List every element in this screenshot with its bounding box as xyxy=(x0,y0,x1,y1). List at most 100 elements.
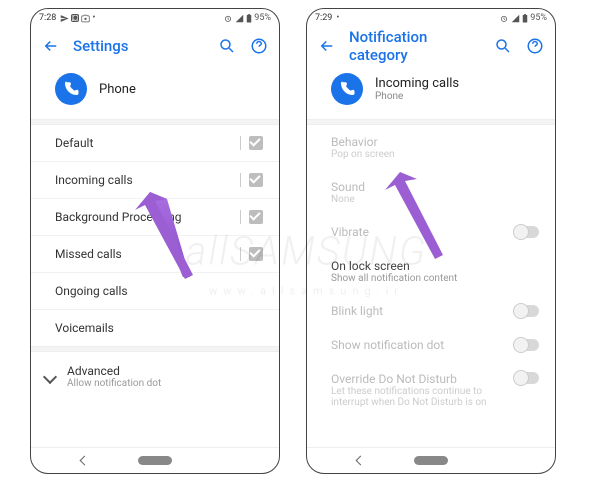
toggle-switch[interactable] xyxy=(515,305,539,317)
nav-home-button[interactable] xyxy=(414,456,448,465)
toggle-switch[interactable] xyxy=(515,372,539,384)
row-subtitle: Pop on screen xyxy=(331,149,539,160)
status-bar: 7:28 ◉ • 95% xyxy=(31,9,279,27)
status-time: 7:29 xyxy=(315,13,332,23)
camera-icon xyxy=(81,14,90,23)
phone-left-settings: 7:28 ◉ • 95% Settings xyxy=(30,8,280,474)
alarm-icon xyxy=(223,14,233,23)
send-icon xyxy=(60,14,69,23)
phone-icon xyxy=(338,80,356,98)
checkbox-icon[interactable] xyxy=(249,173,263,187)
help-button[interactable] xyxy=(249,36,269,56)
search-icon xyxy=(494,37,512,55)
category-row-missed[interactable]: Missed calls xyxy=(31,236,279,273)
category-label: Background Processing xyxy=(55,210,226,224)
status-icons-left: • xyxy=(336,13,339,23)
chevron-down-icon xyxy=(43,369,57,383)
row-title: Blink light xyxy=(331,304,515,318)
status-icons-right: 95% xyxy=(223,13,271,23)
row-subtitle: Let these notifications continue to inte… xyxy=(331,386,501,408)
arrow-back-icon xyxy=(318,37,336,55)
toggle-switch[interactable] xyxy=(515,226,539,238)
row-title: Override Do Not Disturb xyxy=(331,372,515,386)
nav-bar xyxy=(307,447,555,473)
status-bar: 7:29 • 95% xyxy=(307,9,555,27)
category-app: Phone xyxy=(375,91,459,102)
category-name: Incoming calls xyxy=(375,76,459,91)
search-icon xyxy=(218,37,236,55)
category-row-incoming-calls[interactable]: Incoming calls xyxy=(31,162,279,199)
app-bar: Settings xyxy=(31,27,279,65)
category-label: Missed calls xyxy=(55,247,226,261)
category-row-default[interactable]: Default xyxy=(31,125,279,162)
row-title: Show notification dot xyxy=(331,338,515,352)
help-icon xyxy=(250,37,268,55)
status-time: 7:28 xyxy=(39,13,56,23)
page-title: Settings xyxy=(73,37,205,55)
status-icons-right: 95% xyxy=(499,13,547,23)
app-name: Phone xyxy=(99,82,136,97)
checkbox-icon[interactable] xyxy=(249,136,263,150)
row-subtitle: None xyxy=(331,194,539,205)
alarm-icon xyxy=(499,14,509,23)
behavior-row[interactable]: Behavior Pop on screen xyxy=(307,125,555,170)
nav-home-button[interactable] xyxy=(138,456,172,465)
phone-app-icon xyxy=(331,73,363,105)
category-row-ongoing[interactable]: Ongoing calls xyxy=(31,273,279,310)
nav-back-button[interactable] xyxy=(80,456,90,466)
phone-app-icon xyxy=(55,73,87,105)
app-bar: Notification category xyxy=(307,27,555,65)
arrow-back-icon xyxy=(42,37,60,55)
notification-dot-row[interactable]: Show notification dot xyxy=(307,328,555,362)
nav-back-button[interactable] xyxy=(356,456,366,466)
battery-pct: 95% xyxy=(530,13,547,23)
category-label: Incoming calls xyxy=(55,173,226,187)
search-button[interactable] xyxy=(493,36,513,56)
checkbox-icon[interactable] xyxy=(249,210,263,224)
lock-screen-row[interactable]: On lock screen Show all notification con… xyxy=(307,249,555,294)
page-title: Notification category xyxy=(349,28,481,64)
category-label: Default xyxy=(55,136,226,150)
divider-icon xyxy=(240,247,241,261)
toggle-switch[interactable] xyxy=(515,339,539,351)
battery-icon xyxy=(246,14,252,23)
nav-bar xyxy=(31,447,279,473)
back-button[interactable] xyxy=(317,36,337,56)
signal-icon xyxy=(235,14,244,23)
help-icon xyxy=(526,37,544,55)
row-title: Sound xyxy=(331,180,539,194)
category-row-voicemails[interactable]: Voicemails xyxy=(31,310,279,346)
advanced-row[interactable]: Advanced Allow notification dot xyxy=(31,352,279,401)
divider-icon xyxy=(240,173,241,187)
category-label: Voicemails xyxy=(55,321,263,335)
category-label: Ongoing calls xyxy=(55,284,263,298)
row-title: On lock screen xyxy=(331,259,539,273)
category-row-background[interactable]: Background Processing xyxy=(31,199,279,236)
search-button[interactable] xyxy=(217,36,237,56)
dot-icon: • xyxy=(336,13,339,23)
battery-pct: 95% xyxy=(254,13,271,23)
checkbox-icon[interactable] xyxy=(249,247,263,261)
help-button[interactable] xyxy=(525,36,545,56)
advanced-subtitle: Allow notification dot xyxy=(67,378,161,389)
vibrate-row[interactable]: Vibrate xyxy=(307,215,555,249)
row-subtitle: Show all notification content xyxy=(331,273,539,284)
app-header-tile: Phone xyxy=(31,65,279,119)
divider-icon xyxy=(240,136,241,150)
battery-icon xyxy=(522,14,528,23)
override-dnd-row[interactable]: Override Do Not Disturb Let these notifi… xyxy=(307,362,555,418)
back-button[interactable] xyxy=(41,36,61,56)
row-title: Vibrate xyxy=(331,225,515,239)
dot-icon: • xyxy=(92,13,95,23)
instagram-icon: ◉ xyxy=(71,14,79,22)
blink-light-row[interactable]: Blink light xyxy=(307,294,555,328)
sound-row[interactable]: Sound None xyxy=(307,170,555,215)
row-title: Behavior xyxy=(331,135,539,149)
divider-icon xyxy=(240,210,241,224)
app-header-tile: Incoming calls Phone xyxy=(307,65,555,119)
advanced-title: Advanced xyxy=(67,364,161,378)
status-icons-left: ◉ • xyxy=(60,13,95,23)
phone-right-notification-category: 7:29 • 95% Notification category xyxy=(306,8,556,474)
phone-icon xyxy=(62,80,80,98)
signal-icon xyxy=(511,14,520,23)
